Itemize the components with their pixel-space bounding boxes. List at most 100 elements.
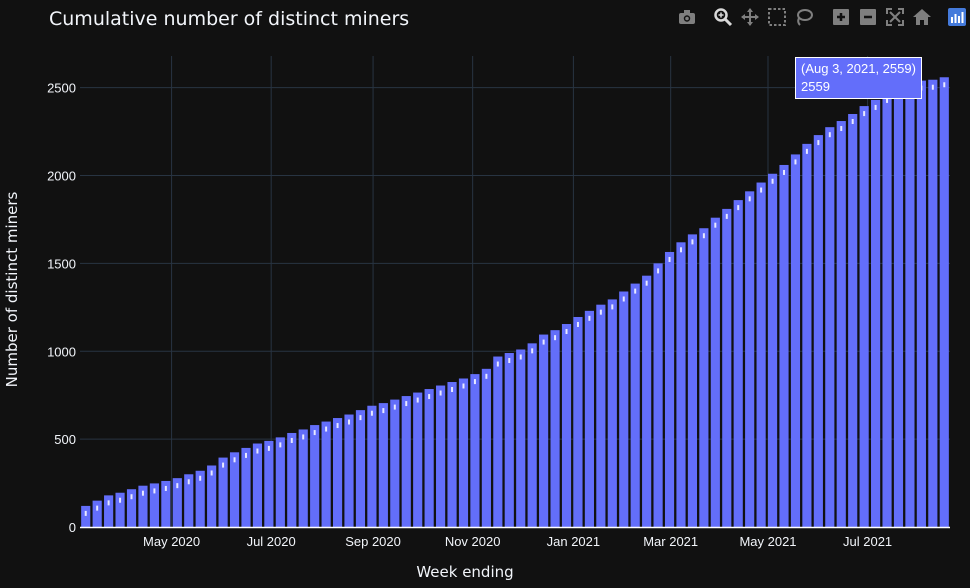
bar	[516, 349, 526, 527]
bar-value-label	[210, 470, 213, 476]
bar	[561, 324, 572, 527]
bar-value-label	[519, 354, 522, 360]
bar-value-label	[794, 159, 797, 165]
bar	[298, 429, 308, 527]
bar-value-label	[359, 415, 362, 421]
bar-value-label	[657, 268, 660, 274]
bar-value-label	[817, 140, 820, 146]
bar-value-label	[279, 442, 282, 448]
y-tick-label: 1000	[47, 344, 76, 359]
bar	[447, 382, 457, 527]
bar	[390, 399, 400, 527]
bar-value-label	[805, 148, 808, 154]
y-tick-label: 2500	[47, 81, 76, 96]
bar-value-label	[290, 437, 293, 443]
x-tick-label: Jan 2021	[547, 534, 601, 549]
bar-value-label	[760, 187, 763, 193]
bar	[825, 127, 835, 527]
bar-value-label	[542, 339, 545, 345]
bar	[539, 334, 549, 527]
y-tick-label: 2000	[47, 169, 76, 184]
bar-value-label	[748, 196, 751, 202]
y-tick-label: 1500	[47, 256, 76, 271]
bar-value-label	[565, 329, 568, 335]
bar-value-label	[370, 410, 373, 416]
bar-value-label	[416, 397, 419, 403]
x-tick-label: Nov 2020	[445, 534, 501, 549]
bar-value-label	[851, 118, 854, 124]
bar-value-label	[439, 390, 442, 396]
bar-value-label	[153, 488, 156, 494]
x-tick-label: May 2020	[143, 534, 200, 549]
hover-tooltip: (Aug 3, 2021, 2559) 2559	[795, 57, 922, 99]
bar	[264, 440, 274, 527]
bar-value-label	[576, 321, 579, 327]
bar	[332, 418, 343, 527]
x-tick-label: May 2021	[739, 534, 796, 549]
bar-value-label	[473, 379, 476, 385]
bar	[436, 385, 446, 527]
bar	[756, 182, 766, 528]
bar-value-label	[554, 335, 557, 341]
bar	[287, 432, 297, 527]
y-tick-label: 0	[69, 520, 76, 535]
bar-value-label	[828, 132, 831, 138]
bar	[584, 310, 594, 527]
bar	[401, 396, 411, 527]
bar-value-label	[119, 497, 122, 503]
bar	[767, 173, 778, 527]
bar	[481, 368, 491, 527]
bar	[813, 135, 823, 527]
bar	[916, 80, 926, 527]
bar-value-label	[531, 348, 534, 354]
bar	[81, 505, 91, 527]
bar-value-label	[634, 288, 637, 294]
bar	[493, 356, 503, 527]
bar-value-label	[313, 430, 316, 436]
bar	[871, 99, 881, 527]
x-tick-label: Mar 2021	[643, 534, 698, 549]
bar	[241, 447, 251, 527]
bar-value-label	[107, 500, 110, 506]
bar-value-label	[691, 239, 694, 245]
bar-value-label	[725, 213, 728, 219]
bar-value-label	[348, 419, 351, 425]
bar	[699, 228, 709, 528]
bar	[92, 500, 102, 527]
bar	[378, 403, 388, 527]
y-tick-label: 500	[54, 432, 76, 447]
bar-value-label	[164, 485, 167, 491]
bar	[229, 452, 240, 527]
bar	[550, 330, 560, 527]
bar-value-label	[302, 434, 305, 440]
bar-value-label	[325, 426, 328, 432]
bar	[607, 299, 617, 527]
bar-value-label	[714, 222, 717, 228]
bar	[310, 425, 320, 527]
bar	[722, 208, 732, 528]
x-tick-label: Sep 2020	[345, 534, 401, 549]
bar	[344, 414, 354, 527]
bar	[653, 263, 663, 527]
bar-value-label	[508, 358, 511, 364]
bar	[928, 79, 938, 528]
bar-value-label	[256, 448, 259, 454]
bar-value-label	[187, 479, 190, 485]
bar	[882, 92, 892, 528]
bar-value-label	[199, 475, 202, 481]
bar	[859, 106, 869, 528]
bar-value-label	[737, 205, 740, 211]
bar	[275, 437, 285, 527]
bar-value-label	[405, 401, 408, 407]
bar	[745, 191, 755, 527]
bar	[664, 251, 675, 527]
bar	[848, 113, 858, 527]
bar	[893, 87, 904, 527]
bar-value-label	[645, 280, 648, 286]
bar-value-label	[222, 462, 225, 468]
bar	[630, 283, 640, 527]
x-tick-label: Jul 2020	[247, 534, 296, 549]
bar-value-label	[702, 233, 705, 239]
bar	[355, 410, 366, 527]
bar	[676, 242, 686, 527]
